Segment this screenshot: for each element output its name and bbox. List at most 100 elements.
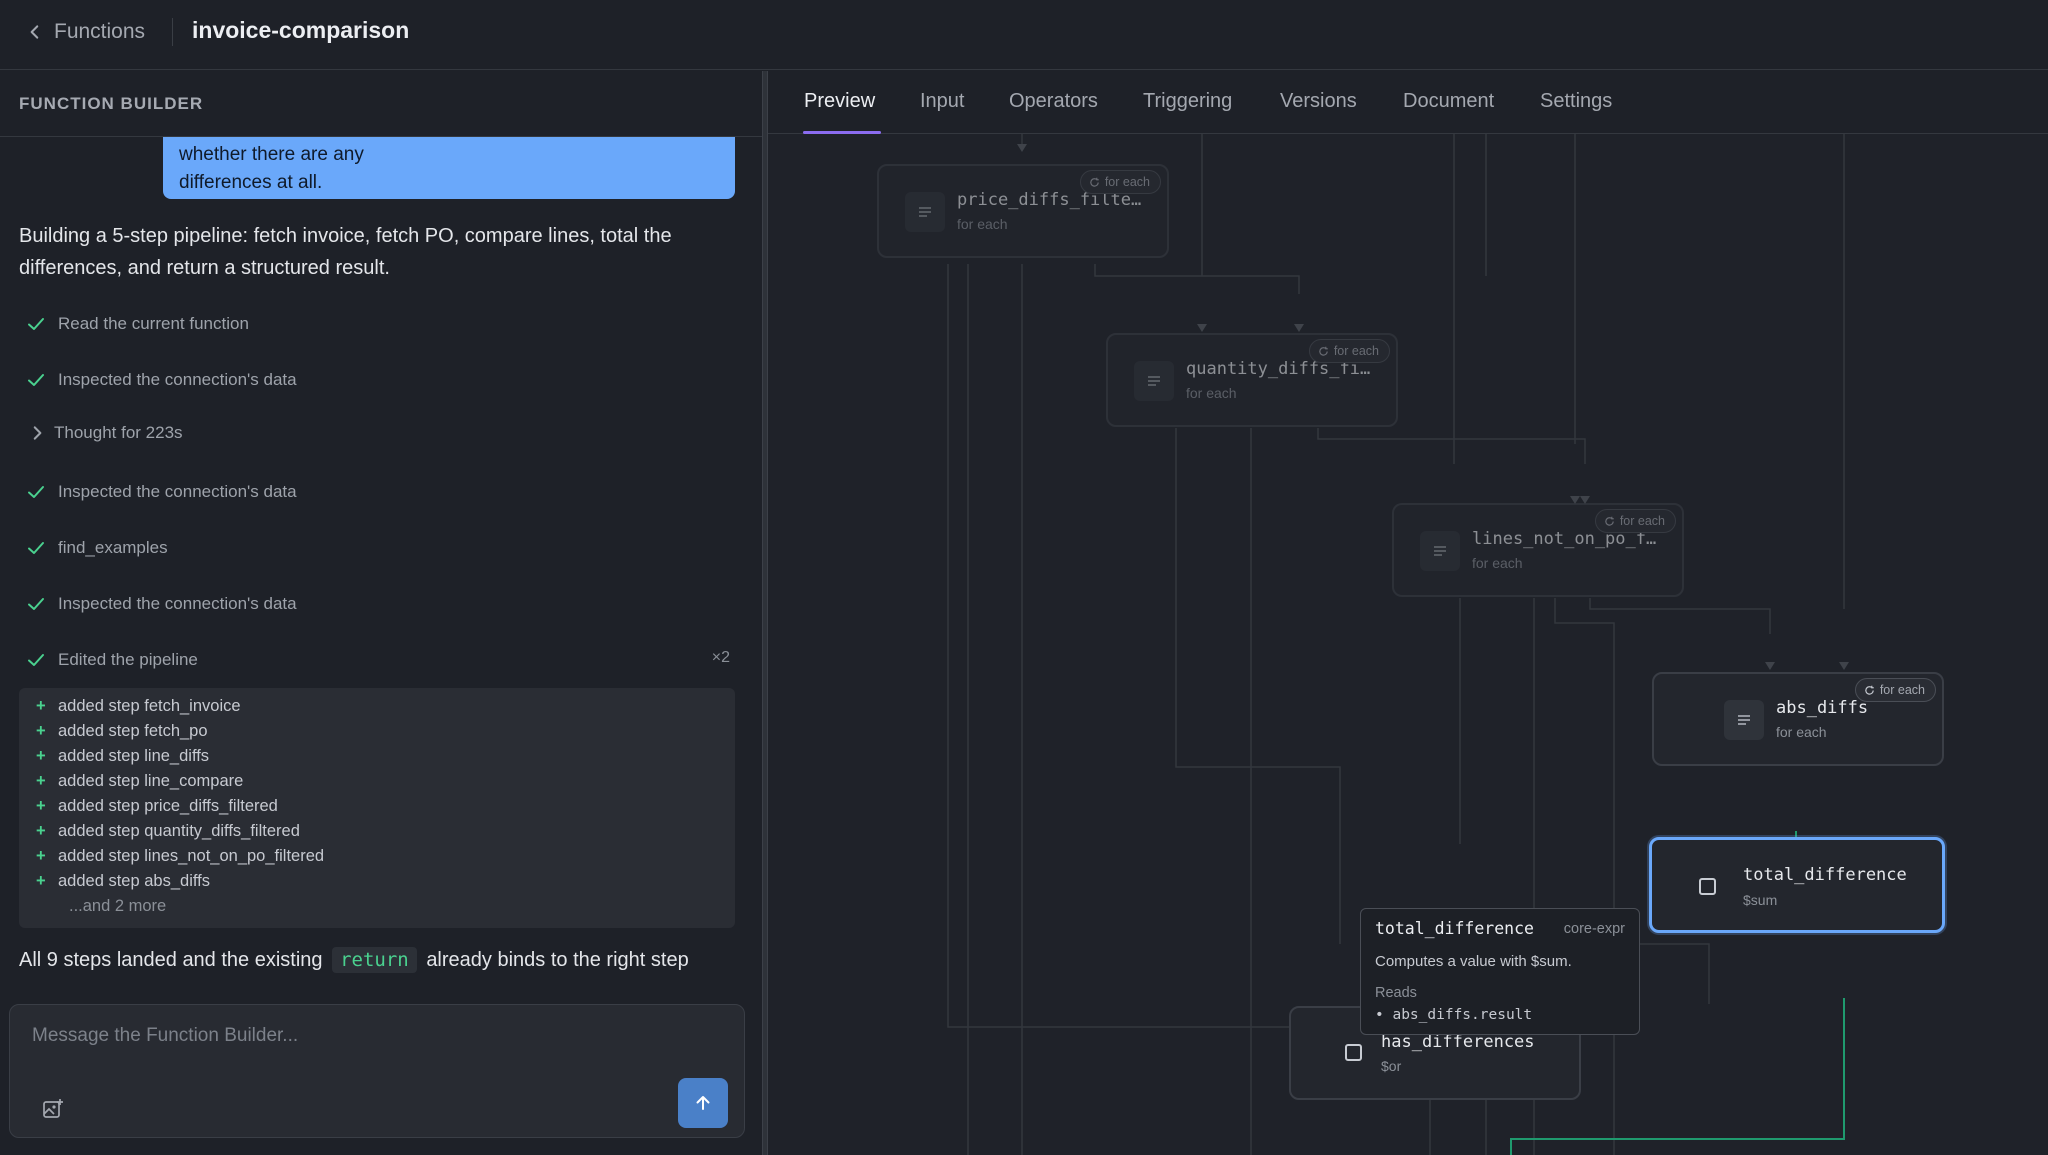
badge-label: for each — [1104, 175, 1150, 189]
step-inspected-data: Inspected the connection's data — [26, 366, 297, 394]
chevron-left-icon — [30, 25, 39, 39]
page-title: invoice-comparison — [192, 17, 410, 43]
tooltip-reads-label: Reads — [1375, 985, 1417, 1001]
step-read-function: Read the current function — [26, 310, 249, 338]
chevron-right-icon — [33, 426, 42, 440]
step-inspected-data: Inspected the connection's data — [26, 478, 297, 506]
node-name: total_difference — [1743, 865, 1907, 885]
change-item: + added step fetch_invoice — [19, 694, 735, 719]
tab-document[interactable]: Document — [1403, 90, 1494, 113]
change-item: + added step quantity_diffs_filtered — [19, 819, 735, 844]
inline-code: return — [332, 947, 417, 973]
step-label: Inspected the connection's data — [58, 370, 297, 389]
check-icon — [28, 486, 44, 498]
change-item: + added step line_compare — [19, 769, 735, 794]
node-name: has_differences — [1381, 1032, 1535, 1052]
node-lines-not-on-po-filtered[interactable]: lines_not_on_po_f… for each for each — [1392, 503, 1684, 597]
tab-preview[interactable]: Preview — [804, 90, 875, 113]
node-subtitle: $or — [1381, 1058, 1402, 1074]
node-subtitle: for each — [1472, 555, 1523, 571]
plus-icon: + — [36, 697, 46, 715]
user-message-line: differences at all. — [179, 172, 323, 193]
step-edited-pipeline[interactable]: Edited the pipeline — [26, 646, 198, 674]
tab-triggering[interactable]: Triggering — [1143, 90, 1232, 113]
plus-icon: + — [36, 797, 46, 815]
panel-header-title: FUNCTION BUILDER — [19, 94, 204, 113]
step-label: Read the current function — [58, 314, 249, 333]
tooltip-description: Computes a value with $sum. — [1375, 953, 1572, 970]
badge-label: for each — [1333, 344, 1379, 358]
message-input[interactable] — [32, 1019, 712, 1053]
user-message-bubble: whether there are any differences at all… — [163, 131, 735, 199]
check-icon — [28, 374, 44, 386]
message-composer — [9, 1004, 745, 1138]
step-find-examples: find_examples — [26, 534, 168, 562]
changes-more-link[interactable]: ...and 2 more — [19, 894, 735, 919]
for-each-badge: for each — [1308, 339, 1390, 363]
for-each-badge: for each — [1594, 509, 1676, 533]
change-item: + added step lines_not_on_po_filtered — [19, 844, 735, 869]
tooltip-read-item: • abs_diffs.result — [1375, 1007, 1533, 1023]
tab-input[interactable]: Input — [920, 90, 964, 113]
assistant-message: Building a 5-step pipeline: fetch invoic… — [19, 225, 672, 279]
plus-icon: + — [36, 722, 46, 740]
tab-versions[interactable]: Versions — [1280, 90, 1357, 113]
change-item: + added step price_diffs_filtered — [19, 794, 735, 819]
node-subtitle: for each — [957, 216, 1008, 232]
back-to-functions-link[interactable]: Functions — [26, 16, 145, 48]
node-subtitle: $sum — [1743, 892, 1778, 908]
loop-icon — [1865, 685, 1874, 695]
node-total-difference[interactable]: total_difference $sum — [1649, 837, 1945, 933]
tab-operators[interactable]: Operators — [1009, 90, 1098, 113]
step-label: find_examples — [58, 538, 168, 557]
node-abs-diffs[interactable]: abs_diffs for each for each — [1652, 672, 1944, 766]
change-item: + added step abs_diffs — [19, 869, 735, 894]
step-label: Thought for 223s — [54, 423, 183, 442]
expression-node-icon — [1345, 1044, 1362, 1061]
function-builder-panel: FUNCTION BUILDER whether there are any d… — [0, 71, 762, 1155]
active-tab-indicator — [803, 131, 881, 134]
change-label: added step abs_diffs — [58, 872, 210, 890]
expression-node-icon — [1699, 878, 1716, 895]
badge-label: for each — [1879, 683, 1925, 697]
change-label: added step fetch_po — [58, 722, 208, 740]
pipeline-changes-list: + added step fetch_invoice + added step fe… — [19, 688, 735, 928]
tab-settings[interactable]: Settings — [1540, 90, 1612, 113]
plus-icon: + — [36, 822, 46, 840]
loop-icon — [1319, 346, 1328, 356]
attach-image-icon[interactable] — [41, 1097, 65, 1121]
step-label: Inspected the connection's data — [58, 482, 297, 501]
check-icon — [28, 598, 44, 610]
step-label: Inspected the connection's data — [58, 594, 297, 613]
list-icon — [1420, 531, 1460, 571]
step-thought-toggle[interactable]: Thought for 223s — [28, 419, 183, 447]
panel-header: FUNCTION BUILDER — [0, 71, 762, 137]
change-label: added step line_diffs — [58, 747, 210, 765]
change-label: added step line_compare — [58, 772, 244, 790]
pipeline-canvas[interactable]: price_diffs_filte… for each for each qua… — [768, 134, 2048, 1155]
edit-count-badge: ×2 — [711, 649, 730, 666]
plus-icon: + — [36, 847, 46, 865]
tooltip-node-kind: core-expr — [1563, 921, 1625, 937]
user-message-line: whether there are any — [179, 144, 364, 165]
node-price-diffs-filtered[interactable]: price_diffs_filte… for each for each — [877, 164, 1169, 258]
check-icon — [28, 654, 44, 666]
node-name: abs_diffs — [1776, 698, 1869, 718]
change-label: added step lines_not_on_po_filtered — [58, 847, 325, 865]
check-icon — [28, 318, 44, 330]
change-label: added step fetch_invoice — [58, 697, 241, 715]
send-button[interactable] — [678, 1078, 728, 1128]
node-quantity-diffs-filtered[interactable]: quantity_diffs_fi… for each for each — [1106, 333, 1398, 427]
change-label: added step price_diffs_filtered — [58, 797, 278, 815]
badge-label: for each — [1619, 514, 1665, 528]
final-message-text: All 9 steps landed and the existing — [19, 949, 323, 971]
node-subtitle: for each — [1776, 724, 1827, 740]
change-item: + added step line_diffs — [19, 744, 735, 769]
top-bar: Functions invoice-comparison — [0, 0, 2048, 70]
plus-icon: + — [36, 772, 46, 790]
step-inspected-data: Inspected the connection's data — [26, 590, 297, 618]
tab-bar: Preview Input Operators Triggering Versi… — [768, 71, 2048, 134]
back-label: Functions — [54, 20, 146, 43]
list-icon — [1134, 361, 1174, 401]
plus-icon: + — [36, 747, 46, 765]
